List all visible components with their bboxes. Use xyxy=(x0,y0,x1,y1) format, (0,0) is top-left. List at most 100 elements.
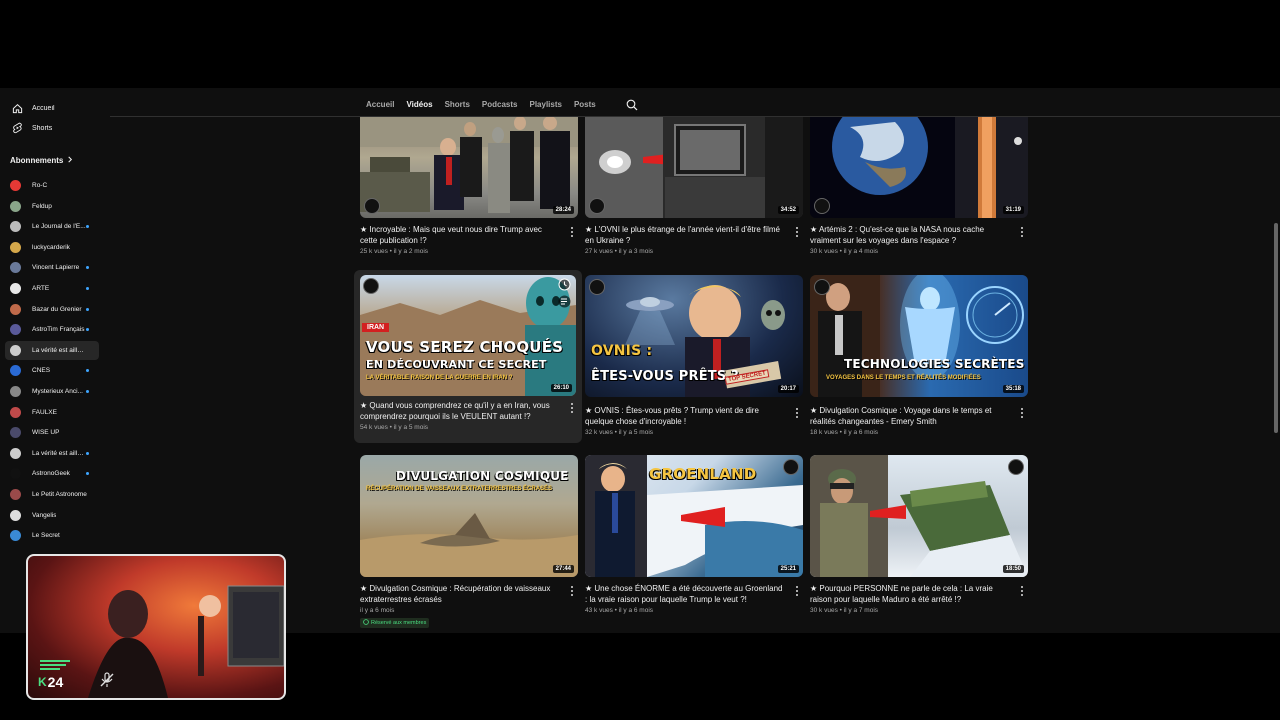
upload-age: il y a 6 mois xyxy=(843,429,879,436)
video-thumbnail[interactable]: 18:50 xyxy=(810,455,1028,577)
mic-muted-icon xyxy=(100,672,114,687)
thumbnail-subheadline: EN DÉCOUVRANT CE SECRET xyxy=(366,358,547,371)
thumbnail-headline: OVNIS : xyxy=(591,343,653,359)
video-meta: 27 k vues • il y a 3 mois xyxy=(585,248,654,255)
video-meta: 30 k vues • il y a 4 mois xyxy=(810,248,879,255)
scrollbar-thumb[interactable] xyxy=(1274,223,1278,433)
video-title[interactable]: ★ Pourquoi PERSONNE ne parle de cela : L… xyxy=(810,583,1010,605)
video-card[interactable]: 18:50 ★ Pourquoi PERSONNE ne parle de ce… xyxy=(810,455,1028,631)
video-title[interactable]: ★ Incroyable : Mais que veut nous dire T… xyxy=(360,224,560,246)
video-card[interactable]: GROENLAND 25:21 ★ Une chose ÉNORME a été… xyxy=(585,455,803,631)
thumbnail-headline: TECHNOLOGIES SECRÈTES xyxy=(844,357,1025,371)
thumbnail-headline: VOUS SEREZ CHOQUÉS xyxy=(366,338,564,356)
view-count: 27 k vues xyxy=(585,248,613,255)
video-thumbnail[interactable]: 34:52 xyxy=(585,117,803,218)
video-card[interactable]: 28:24 ★ Incroyable : Mais que veut nous … xyxy=(360,117,578,257)
more-options-icon[interactable] xyxy=(1020,586,1024,596)
channel-logo xyxy=(363,278,379,294)
view-count: 18 k vues xyxy=(810,429,838,436)
video-thumbnail[interactable]: TECHNOLOGIES SECRÈTES VOYAGES DANS LE TE… xyxy=(810,275,1028,397)
thumbnail-caption: RÉCUPÉRATION DE VAISSEAUX EXTRATERRESTRE… xyxy=(366,486,553,492)
video-title[interactable]: ★ Artémis 2 : Qu'est-ce que la NASA nous… xyxy=(810,224,1010,246)
duration-badge: 20:17 xyxy=(777,385,799,393)
video-title[interactable]: ★ Une chose ÉNORME a été découverte au G… xyxy=(585,583,785,605)
video-card-hovered[interactable]: IRAN VOUS SEREZ CHOQUÉS EN DÉCOUVRANT CE… xyxy=(354,270,582,443)
video-thumbnail[interactable]: 28:24 xyxy=(360,117,578,218)
view-count: 54 k vues xyxy=(360,424,388,431)
video-card[interactable]: TECHNOLOGIES SECRÈTES VOYAGES DANS LE TE… xyxy=(810,275,1028,443)
duration-badge: 35:18 xyxy=(1002,385,1024,393)
youtube-app: Accueil Shorts Abonnements Ro-C Feldup Le … xyxy=(0,88,1280,633)
video-meta: 43 k vues • il y a 6 mois xyxy=(585,607,654,614)
video-card[interactable]: DIVULGATION COSMIQUE RÉCUPÉRATION DE VAI… xyxy=(360,455,578,631)
thumbnail-headline: GROENLAND xyxy=(649,465,757,483)
more-options-icon[interactable] xyxy=(570,586,574,596)
thumbnail-tag: IRAN xyxy=(362,323,390,332)
thumbnail-caption: VOYAGES DANS LE TEMPS ET RÉALITÉS MODIFI… xyxy=(826,375,981,381)
more-options-icon[interactable] xyxy=(795,586,799,596)
channel-logo xyxy=(589,198,605,214)
more-options-icon[interactable] xyxy=(1020,227,1024,237)
video-grid: 28:24 ★ Incroyable : Mais que veut nous … xyxy=(0,88,1280,633)
more-options-icon[interactable] xyxy=(1020,408,1024,418)
video-title[interactable]: ★ L'OVNI le plus étrange de l'année vien… xyxy=(585,224,785,246)
video-card[interactable]: OVNIS : ÊTES-VOUS PRÊTS ? TOP SECRET 20:… xyxy=(585,275,803,443)
video-meta: 32 k vues • il y a 5 mois xyxy=(585,429,654,436)
video-meta: 18 k vues • il y a 6 mois xyxy=(810,429,879,436)
view-count: 32 k vues xyxy=(585,429,613,436)
upload-age: il y a 2 mois xyxy=(393,248,429,255)
duration-badge: 31:19 xyxy=(1002,206,1024,214)
upload-age: il y a 5 mois xyxy=(393,424,429,431)
more-options-icon[interactable] xyxy=(570,403,574,413)
duration-badge: 34:52 xyxy=(777,206,799,214)
video-meta: 54 k vues • il y a 5 mois xyxy=(360,424,429,431)
video-title[interactable]: ★ Quand vous comprendrez ce qu'il y a en… xyxy=(360,400,562,422)
watch-later-icon[interactable] xyxy=(558,278,571,296)
video-meta: 30 k vues • il y a 7 mois xyxy=(810,607,879,614)
video-card[interactable]: 31:19 ★ Artémis 2 : Qu'est-ce que la NAS… xyxy=(810,117,1028,257)
more-options-icon[interactable] xyxy=(795,408,799,418)
channel-logo xyxy=(1008,459,1024,475)
video-meta: 25 k vues • il y a 2 mois xyxy=(360,248,429,255)
kick-count: 24 xyxy=(47,674,64,690)
video-thumbnail[interactable]: DIVULGATION COSMIQUE RÉCUPÉRATION DE VAI… xyxy=(360,455,578,577)
video-thumbnail[interactable]: OVNIS : ÊTES-VOUS PRÊTS ? TOP SECRET 20:… xyxy=(585,275,803,397)
view-count: 25 k vues xyxy=(360,248,388,255)
video-thumbnail[interactable]: IRAN VOUS SEREZ CHOQUÉS EN DÉCOUVRANT CE… xyxy=(360,275,576,396)
upload-age: il y a 6 mois xyxy=(618,607,654,614)
video-title[interactable]: ★ Divulgation Cosmique : Récupération de… xyxy=(360,583,560,605)
duration-badge: 27:44 xyxy=(552,565,574,573)
audio-level-icon xyxy=(40,660,70,670)
thumbnail-caption: LA VÉRITABLE RAISON DE LA GUERRE EN IRAN… xyxy=(366,375,513,381)
upload-age: il y a 5 mois xyxy=(618,429,654,436)
thumbnail-subheadline: ÊTES-VOUS PRÊTS ? xyxy=(591,369,739,384)
video-title[interactable]: ★ OVNIS : Êtes-vous prêts ? Trump vient … xyxy=(585,405,785,427)
kick-counter: K 24 xyxy=(38,674,63,690)
more-options-icon[interactable] xyxy=(570,227,574,237)
upload-age: il y a 6 mois xyxy=(360,607,395,614)
kick-letter: K xyxy=(38,675,47,689)
view-count: 30 k vues xyxy=(810,248,838,255)
duration-badge: 26:10 xyxy=(550,384,572,392)
members-only-badge: Réservé aux membres xyxy=(360,618,430,628)
view-count: 43 k vues xyxy=(585,607,613,614)
channel-logo xyxy=(814,279,830,295)
video-thumbnail[interactable]: 31:19 xyxy=(810,117,1028,218)
channel-logo xyxy=(364,198,380,214)
video-title[interactable]: ★ Divulgation Cosmique : Voyage dans le … xyxy=(810,405,1010,427)
streamer-webcam: K 24 xyxy=(26,554,286,700)
upload-age: il y a 4 mois xyxy=(843,248,879,255)
video-thumbnail[interactable]: GROENLAND 25:21 xyxy=(585,455,803,577)
upload-age: il y a 7 mois xyxy=(843,607,879,614)
view-count: 30 k vues xyxy=(810,607,838,614)
more-options-icon[interactable] xyxy=(795,227,799,237)
members-icon xyxy=(363,619,369,627)
upload-age: il y a 3 mois xyxy=(618,248,654,255)
add-to-queue-icon[interactable] xyxy=(558,295,571,313)
channel-logo xyxy=(814,198,830,214)
members-only-label: Réservé aux membres xyxy=(371,620,427,626)
duration-badge: 25:21 xyxy=(777,565,799,573)
video-meta: il y a 6 mois xyxy=(360,607,394,614)
duration-badge: 28:24 xyxy=(552,206,574,214)
video-card[interactable]: 34:52 ★ L'OVNI le plus étrange de l'anné… xyxy=(585,117,803,257)
